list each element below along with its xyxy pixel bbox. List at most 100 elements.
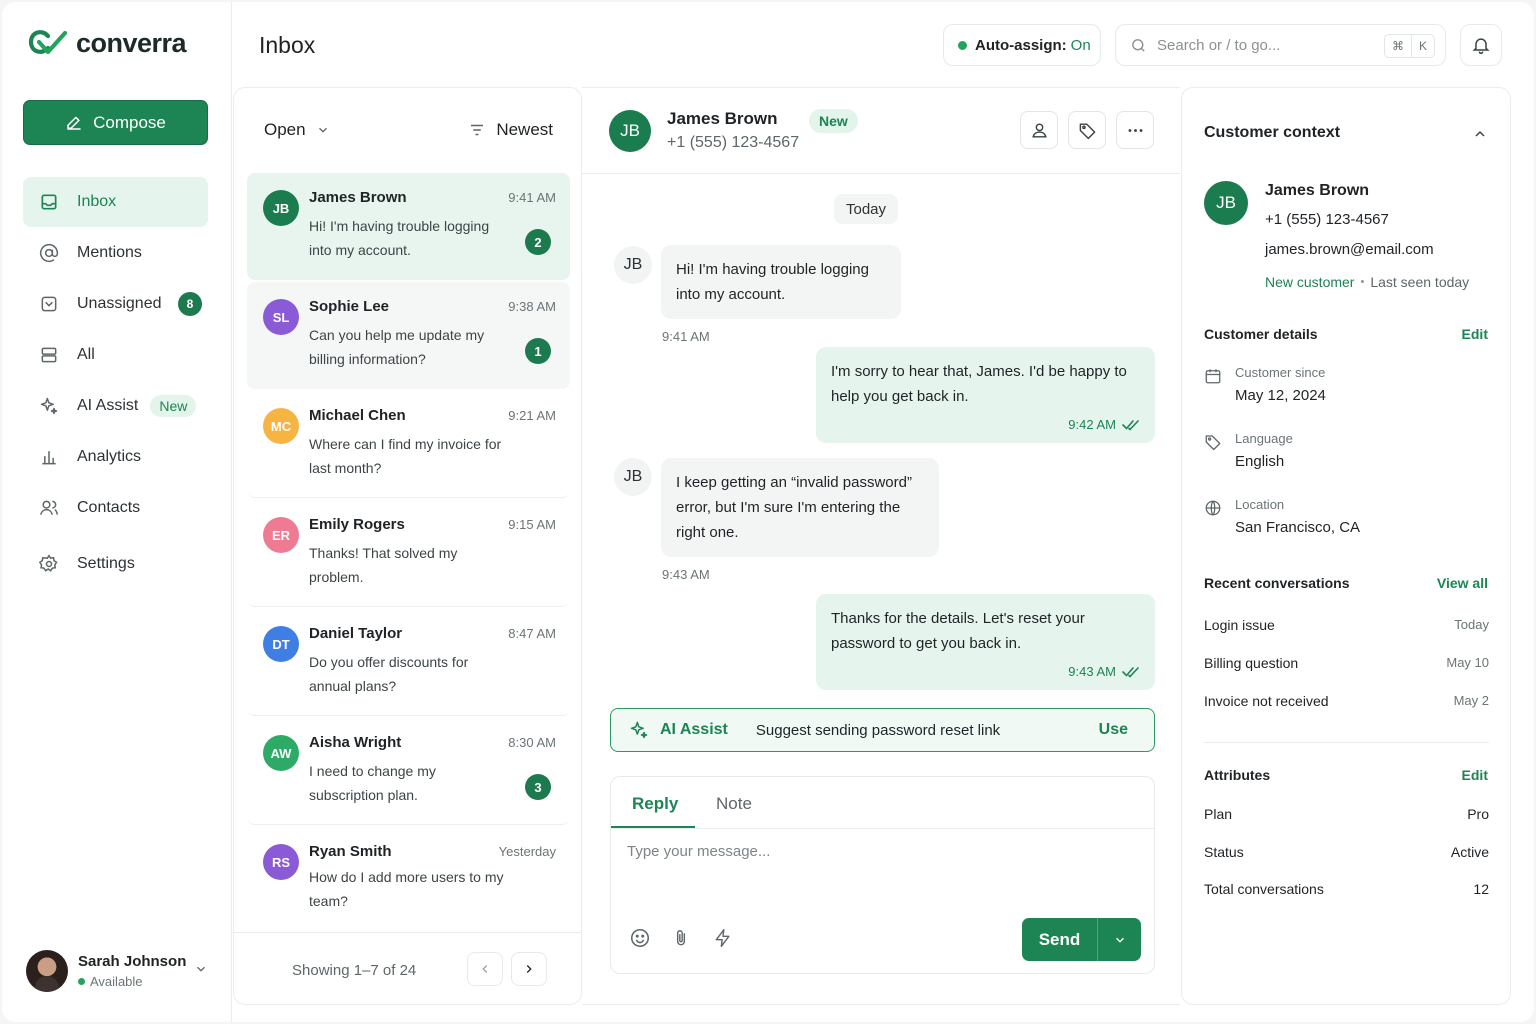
assign-user-button[interactable] [1020, 111, 1058, 149]
customer-tags: New customer • Last seen today [1265, 274, 1469, 290]
conversation-item[interactable]: RS Ryan Smith Yesterday How do I add mor… [247, 827, 570, 934]
send-options-button[interactable] [1097, 918, 1141, 961]
nav-item-all[interactable]: All [23, 330, 208, 380]
brand[interactable]: converra [28, 28, 187, 59]
emoji-icon[interactable] [629, 927, 651, 949]
more-horizontal-icon [1126, 121, 1145, 140]
chevron-down-icon[interactable] [194, 962, 208, 976]
message-time: 9:21 AM [508, 408, 556, 423]
attribute-value: Pro [1467, 806, 1489, 822]
double-check-icon [1122, 666, 1140, 678]
customer-tag: New customer [1265, 274, 1355, 290]
pagination: Showing 1–7 of 24 [234, 932, 581, 1004]
paperclip-icon[interactable] [671, 927, 691, 949]
nav-label: Unassigned [77, 295, 162, 312]
contact-name: Michael Chen [309, 407, 406, 424]
chevron-down-icon [1113, 933, 1127, 947]
lightning-icon[interactable] [713, 927, 733, 949]
tab-reply[interactable]: Reply [632, 794, 678, 814]
status-dot [78, 978, 85, 985]
nav-item-analytics[interactable]: Analytics [23, 432, 208, 482]
tag-button[interactable] [1068, 111, 1106, 149]
notifications-button[interactable] [1460, 24, 1502, 66]
more-options-button[interactable] [1116, 111, 1154, 149]
avatar [26, 950, 68, 992]
message-bubble-outgoing: Thanks for the details. Let's reset your… [816, 594, 1155, 690]
recent-conversation-item[interactable]: Billing question May 10 [1204, 655, 1489, 671]
message-bubble-outgoing: I'm sorry to hear that, James. I'd be ha… [816, 347, 1155, 443]
attribute-row: Plan Pro [1204, 806, 1489, 822]
nav-item-inbox[interactable]: Inbox [23, 177, 208, 227]
message-preview: I need to change my subscription plan. [309, 763, 436, 803]
nav-item-contacts[interactable]: Contacts [23, 483, 208, 533]
unread-count-badge: 1 [525, 338, 551, 364]
conversation-item[interactable]: AW Aisha Wright 8:30 AM I need to change… [247, 718, 570, 825]
unassigned-icon [39, 294, 59, 314]
unassigned-count-badge: 8 [178, 292, 202, 316]
avatar: JB [614, 246, 652, 284]
search-icon [1130, 37, 1147, 54]
chevron-down-icon [316, 123, 330, 137]
use-suggestion-button[interactable]: Use [1099, 721, 1128, 739]
contacts-icon [39, 498, 59, 518]
conversation-item[interactable]: DT Daniel Taylor 8:47 AM Do you offer di… [247, 609, 570, 716]
bell-icon [1471, 35, 1491, 55]
sparkle-icon [39, 396, 59, 416]
separator-dot: • [1360, 276, 1365, 288]
ai-suggestion-text: Suggest sending password reset link [755, 721, 1001, 739]
message-bubble-incoming: I keep getting an “invalid password” err… [661, 458, 939, 557]
compose-label: Compose [93, 112, 166, 132]
customer-email[interactable]: james.brown@email.com [1265, 241, 1434, 258]
nav-item-mentions[interactable]: Mentions [23, 228, 208, 278]
view-all-link[interactable]: View all [1437, 575, 1488, 591]
converra-logo-icon [28, 29, 68, 58]
chevron-up-icon[interactable] [1472, 126, 1488, 142]
conversation-item[interactable]: SL Sophie Lee 9:38 AM Can you help me up… [247, 282, 570, 389]
message-text: I keep getting an “invalid password” err… [676, 474, 912, 541]
gear-icon [39, 554, 59, 574]
message-input[interactable] [627, 843, 1127, 903]
conversation-item[interactable]: MC Michael Chen 9:21 AM Where can I find… [247, 391, 570, 498]
new-pill: New [150, 395, 197, 417]
nav-item-ai-assist[interactable]: AI Assist New [23, 381, 208, 431]
compose-button[interactable]: Compose [23, 100, 208, 145]
conversation-item[interactable]: JB James Brown 9:41 AM Hi! I'm having tr… [247, 173, 570, 280]
section-title: Attributes [1204, 767, 1271, 783]
message-time: 9:38 AM [508, 299, 556, 314]
next-page-button[interactable] [511, 952, 547, 986]
recent-conversation-item[interactable]: Login issue Today [1204, 617, 1489, 633]
attribute-value: 12 [1473, 881, 1489, 897]
send-label: Send [1038, 929, 1081, 949]
attribute-row: Status Active [1204, 844, 1489, 860]
main-nav: Inbox Mentions Unassigned 8 All AI Assis… [23, 177, 208, 590]
sort-dropdown[interactable]: Newest [468, 120, 553, 140]
nav-label: Mentions [77, 244, 142, 261]
auto-assign-label: Auto-assign: [975, 36, 1067, 54]
message-text: Hi! I'm having trouble logging into my a… [676, 261, 869, 303]
conversation-list-panel: Open Newest JB James Brown 9:41 AM Hi! I… [233, 87, 582, 1005]
unread-count-badge: 2 [525, 229, 551, 255]
search-input[interactable] [1157, 36, 1377, 54]
auto-assign-toggle[interactable]: Auto-assign: On [943, 24, 1101, 66]
ai-assist-label: AI Assist [660, 721, 728, 738]
edit-attributes-link[interactable]: Edit [1462, 767, 1488, 783]
send-button[interactable]: Send [1022, 918, 1141, 961]
edit-details-link[interactable]: Edit [1462, 326, 1488, 342]
nav-item-unassigned[interactable]: Unassigned 8 [23, 279, 208, 329]
avatar: ER [263, 517, 299, 553]
message-time: 9:41 AM [662, 329, 710, 344]
message-time: 9:42 AM [1068, 417, 1116, 432]
prev-page-button[interactable] [467, 952, 503, 986]
detail-customer-since: Customer since May 12, 2024 [1204, 365, 1494, 415]
message-preview: Thanks! That solved my problem. [309, 545, 458, 585]
tab-note[interactable]: Note [716, 794, 752, 814]
conversation-item[interactable]: ER Emily Rogers 9:15 AM Thanks! That sol… [247, 500, 570, 607]
user-profile[interactable]: Sarah Johnson Available [26, 946, 216, 996]
detail-label: Language [1235, 431, 1293, 446]
section-title: Recent conversations [1204, 575, 1350, 591]
nav-item-settings[interactable]: Settings [23, 539, 208, 589]
search-box[interactable]: ⌘ K [1115, 24, 1446, 66]
sparkle-icon [629, 720, 649, 740]
status-filter-dropdown[interactable]: Open [264, 120, 330, 140]
recent-conversation-item[interactable]: Invoice not received May 2 [1204, 693, 1489, 709]
